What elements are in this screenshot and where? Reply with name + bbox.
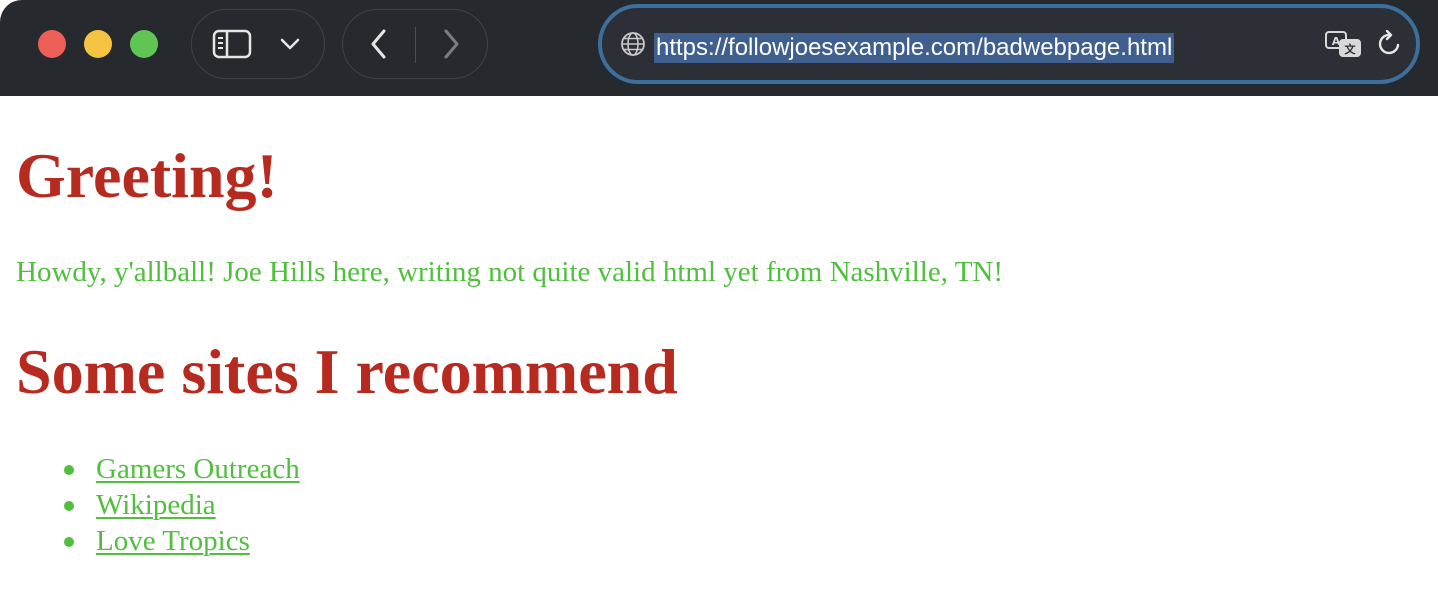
list-item: Wikipedia <box>60 487 300 523</box>
chevron-left-icon <box>371 29 386 59</box>
list-item: Love Tropics <box>60 523 300 559</box>
chevron-right-icon <box>444 29 459 59</box>
link-wikipedia[interactable]: Wikipedia <box>96 489 216 521</box>
forward-button[interactable] <box>425 10 477 78</box>
svg-text:文: 文 <box>1345 42 1357 56</box>
sidebar-icon <box>212 29 252 59</box>
translate-button[interactable]: A 文 <box>1324 8 1364 80</box>
translate-icon: A 文 <box>1325 31 1361 57</box>
web-page: Greeting! Howdy, y'allball! Joe Hills he… <box>0 96 1438 616</box>
navigation-controls <box>342 9 488 79</box>
tab-group-menu-button[interactable] <box>268 10 312 78</box>
list-item: Gamers Outreach <box>60 451 300 487</box>
nav-divider <box>415 27 416 63</box>
intro-paragraph: Howdy, y'allball! Joe Hills here, writin… <box>16 256 1004 288</box>
chevron-down-icon <box>280 38 300 50</box>
recommended-sites-heading: Some sites I recommend <box>16 336 678 407</box>
url-text[interactable]: https://followjoesexample.com/badwebpage… <box>654 33 1175 63</box>
greeting-heading: Greeting! <box>16 140 278 211</box>
back-button[interactable] <box>353 10 405 78</box>
sidebar-toggle-button[interactable] <box>210 10 254 78</box>
minimize-window-button[interactable] <box>84 30 112 58</box>
maximize-window-button[interactable] <box>130 30 158 58</box>
reload-button[interactable] <box>1377 8 1403 80</box>
reload-icon <box>1378 30 1400 55</box>
bullet <box>64 537 74 547</box>
browser-toolbar: https://followjoesexample.com/badwebpage… <box>0 0 1438 96</box>
link-gamers-outreach[interactable]: Gamers Outreach <box>96 453 300 485</box>
bullet <box>64 501 74 511</box>
sidebar-controls <box>191 9 325 79</box>
recommended-sites-list: Gamers Outreach Wikipedia Love Tropics <box>60 451 300 559</box>
globe-icon <box>620 8 646 80</box>
link-love-tropics[interactable]: Love Tropics <box>96 525 250 557</box>
close-window-button[interactable] <box>38 30 66 58</box>
bullet <box>64 465 74 475</box>
address-bar[interactable]: https://followjoesexample.com/badwebpage… <box>598 4 1420 84</box>
